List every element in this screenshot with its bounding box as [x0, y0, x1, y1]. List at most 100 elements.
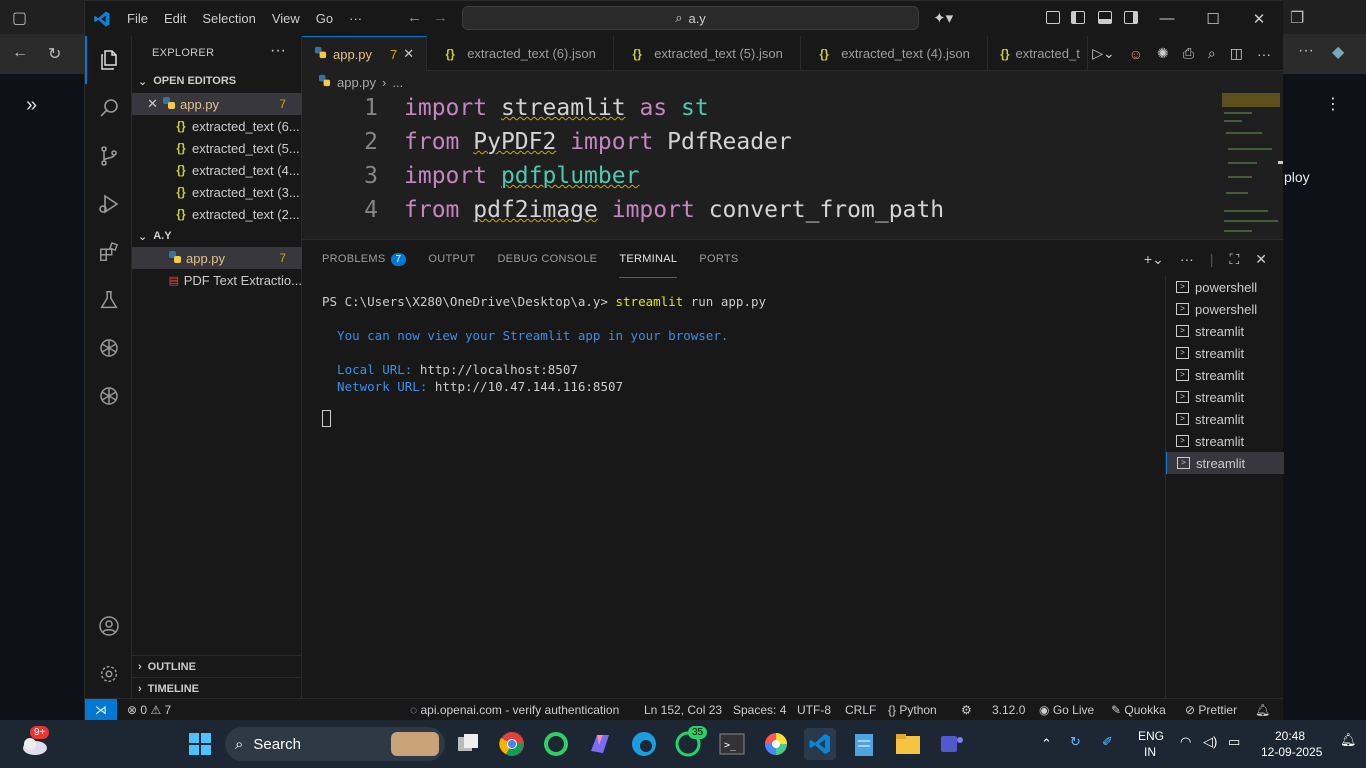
command-center[interactable]: ⌕ a.y [462, 6, 919, 30]
app-ring-icon[interactable] [540, 728, 572, 760]
close-tab-icon[interactable]: ✕ [403, 46, 414, 62]
region-indicator[interactable]: IN [1144, 745, 1156, 759]
code-editor[interactable]: 1 import streamlit as st 2 from PyPDF2 impo… [302, 93, 1212, 239]
clock-date[interactable]: 12-09-2025 [1261, 745, 1322, 759]
toggle-panel-icon[interactable] [1098, 11, 1112, 24]
manage-gear-icon[interactable] [85, 650, 132, 698]
browser-restore-icon[interactable]: ❐ [1290, 8, 1304, 28]
task-view-icon[interactable] [452, 728, 484, 760]
nav-forward-icon[interactable]: → [433, 9, 448, 26]
maximize-icon[interactable]: ☐ [1190, 1, 1236, 36]
openai-chatgpt-icon[interactable] [85, 324, 132, 372]
terminal-instance[interactable]: > streamlit [1166, 430, 1284, 452]
explorer-icon[interactable] [85, 36, 132, 84]
run-file-icon[interactable]: ▷⌄ [1092, 45, 1115, 62]
terminal-instance[interactable]: > streamlit [1166, 452, 1284, 474]
close-panel-icon[interactable]: ✕ [1255, 251, 1267, 268]
source-control-icon[interactable] [85, 132, 132, 180]
customize-layout-icon[interactable] [1046, 11, 1060, 24]
sync-icon[interactable]: ↻ [1070, 734, 1081, 750]
open-editor-item[interactable]: {} extracted_text (6... [132, 115, 302, 137]
breadcrumb-symbol[interactable]: ... [392, 75, 403, 90]
network-url[interactable]: http://10.47.144.116:8507 [435, 379, 623, 394]
file-item[interactable]: ▤ PDF Text Extractio... [132, 269, 302, 291]
prettier-status[interactable]: ⊘ Prettier [1185, 703, 1237, 717]
language-indicator[interactable]: ENG [1138, 729, 1164, 743]
toggle-primary-sidebar-icon[interactable] [1071, 11, 1085, 24]
minimize-icon[interactable]: — [1144, 1, 1190, 36]
open-editor-item[interactable]: {} extracted_text (5... [132, 137, 302, 159]
terminal-instance[interactable]: > streamlit [1166, 408, 1284, 430]
accounts-icon[interactable] [85, 602, 132, 650]
code-line[interactable]: 1 import streamlit as st [302, 95, 1212, 129]
terminal-instance[interactable]: > streamlit [1166, 320, 1284, 342]
remote-icon[interactable]: ⋊ [85, 699, 117, 721]
go-live[interactable]: ◉ Go Live [1039, 703, 1094, 717]
explorer-more-icon[interactable]: ··· [270, 42, 286, 60]
breadcrumb-file[interactable]: app.py [337, 75, 376, 90]
minimap[interactable] [1212, 93, 1283, 239]
folder-section[interactable]: ⌄ A.Y [132, 225, 302, 247]
tab-json[interactable]: {} extracted_text (5).json [614, 36, 802, 71]
browser-refresh-icon[interactable]: ↻ [48, 44, 61, 64]
volume-icon[interactable]: ◁) [1203, 734, 1217, 750]
code-line[interactable]: 3 import pdfplumber [302, 163, 1212, 197]
run-debug-icon[interactable] [85, 180, 132, 228]
terminal-instance[interactable]: > powershell [1166, 276, 1284, 298]
menu-go[interactable]: Go [308, 1, 341, 36]
show-hidden-icons[interactable]: ⌃ [1041, 736, 1052, 752]
print-icon[interactable]: ⎙ [1183, 45, 1194, 62]
copilot-chat-icon[interactable]: ✦▾ [933, 9, 953, 27]
tab-output[interactable]: OUTPUT [428, 240, 475, 278]
menu-file[interactable]: File [119, 1, 156, 36]
pen-icon[interactable]: ✐ [1102, 734, 1113, 750]
close-window-icon[interactable]: ✕ [1236, 1, 1282, 36]
timeline-section[interactable]: › TIMELINE [132, 677, 302, 699]
code-line[interactable]: 4 from pdf2image import convert_from_path [302, 197, 1212, 231]
language-mode[interactable]: {} Python [888, 703, 937, 717]
file-item[interactable]: app.py 7 [132, 247, 302, 269]
extensions-icon[interactable] [85, 228, 132, 276]
windows-start-icon[interactable] [184, 728, 216, 760]
copilot-app-icon[interactable] [584, 728, 616, 760]
search-view-icon[interactable] [85, 84, 132, 132]
open-editor-item[interactable]: {} extracted_text (3... [132, 181, 302, 203]
menu-selection[interactable]: Selection [194, 1, 263, 36]
open-editor-item[interactable]: {} extracted_text (4... [132, 159, 302, 181]
vscode-taskbar-icon[interactable] [804, 728, 836, 760]
teams-icon[interactable] [936, 728, 968, 760]
menu-more[interactable]: ··· [341, 1, 370, 36]
tab-json[interactable]: {} extracted_text (6).json [427, 36, 615, 71]
open-editor-item[interactable]: {} extracted_text (2... [132, 203, 302, 225]
new-terminal-icon[interactable]: +⌄ [1144, 251, 1164, 268]
main-menu-icon[interactable]: ⋮ [1325, 94, 1341, 114]
tab-problems[interactable]: PROBLEMS 7 [322, 240, 407, 278]
menu-view[interactable]: View [264, 1, 308, 36]
color-app-icon[interactable] [760, 728, 792, 760]
tab-debug-console[interactable]: DEBUG CONSOLE [497, 240, 597, 278]
auth-status[interactable]: ◌ api.openai.com - verify authentication [410, 703, 619, 717]
openai-icon[interactable]: ✺ [1157, 45, 1169, 62]
clock-time[interactable]: 20:48 [1275, 729, 1305, 743]
python-version[interactable]: 3.12.0 [992, 703, 1025, 717]
indentation[interactable]: Spaces: 4 [733, 703, 786, 717]
sidebar-expand-icon[interactable]: » [26, 94, 37, 117]
code-line[interactable]: 2 from PyPDF2 import PdfReader [302, 129, 1212, 163]
chrome-icon[interactable] [496, 728, 528, 760]
terminal-instance[interactable]: > streamlit [1166, 342, 1284, 364]
toggle-secondary-sidebar-icon[interactable] [1124, 11, 1138, 24]
tab-app-py[interactable]: app.py 7 ✕ [302, 36, 428, 71]
open-editors-section[interactable]: ⌄ OPEN EDITORS [132, 70, 302, 92]
end-of-line[interactable]: CRLF [845, 703, 876, 717]
browser-tab-icon[interactable]: ▢ [12, 8, 27, 28]
browser-back-icon[interactable]: ← [12, 44, 28, 62]
copilot-status-icon[interactable]: ⚙ [961, 703, 972, 717]
open-editor-item[interactable]: ✕ app.py 7 [132, 93, 302, 115]
nav-back-icon[interactable]: ← [407, 9, 422, 26]
menu-edit[interactable]: Edit [156, 1, 194, 36]
split-editor-icon[interactable]: ◫ [1230, 45, 1243, 62]
quokka-icon[interactable]: ☺ [1129, 46, 1143, 62]
terminal-instance[interactable]: > streamlit [1166, 364, 1284, 386]
browser-more-icon[interactable]: ··· [1298, 42, 1314, 60]
terminal-app-icon[interactable]: >_ [716, 728, 748, 760]
